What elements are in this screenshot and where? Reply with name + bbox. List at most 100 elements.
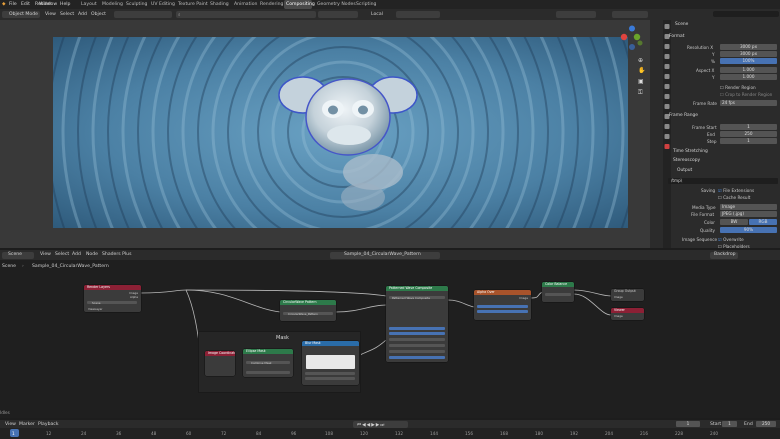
menu-view-nodes[interactable]: View: [40, 252, 51, 257]
tab-animation[interactable]: Animation: [234, 2, 257, 7]
menu-edit[interactable]: Edit: [21, 2, 30, 7]
blender-logo-icon[interactable]: ◆: [2, 2, 6, 7]
file-extensions-checkbox[interactable]: ☑ File Extensions: [718, 188, 754, 193]
menu-node[interactable]: Node: [86, 252, 98, 257]
param-bar-3[interactable]: [389, 338, 445, 342]
aspect-y-field[interactable]: 1.000: [720, 74, 777, 80]
format-section[interactable]: Format: [669, 34, 684, 39]
ruler-tick: 108: [325, 431, 333, 436]
ellipse-field-2[interactable]: [246, 371, 290, 375]
menu-help[interactable]: Help: [60, 2, 70, 7]
node-image-coordinates[interactable]: Image Coordinates: [205, 351, 235, 376]
aspect-x-field[interactable]: 1.000: [720, 67, 777, 73]
color-rgb-button[interactable]: RGB: [749, 219, 777, 225]
mix-bar-2[interactable]: [477, 310, 528, 314]
tab-layout[interactable]: Layout: [81, 2, 97, 7]
tab-scripting[interactable]: Scripting: [356, 2, 376, 7]
socket-label: Image: [614, 295, 623, 299]
navigation-gizmo[interactable]: [618, 25, 646, 51]
resolution-pct-field[interactable]: 100%: [720, 58, 777, 64]
color-balance-field[interactable]: [545, 293, 571, 297]
cache-result-checkbox[interactable]: ☐ Cache Result: [718, 195, 750, 200]
menu-select-nodes[interactable]: Select: [55, 252, 69, 257]
node-alpha-over[interactable]: Alpha Over Image: [474, 290, 531, 320]
overwrite-checkbox[interactable]: ☑ Overwrite: [718, 237, 744, 242]
output-path-field[interactable]: /tmp\: [668, 178, 778, 184]
tab-sculpting[interactable]: Sculpting: [126, 2, 147, 7]
zoom-icon[interactable]: ⊕: [638, 57, 643, 64]
node-ellipse-mask[interactable]: Ellipse Mask Combine Mask: [243, 349, 293, 377]
blur-field-1[interactable]: [305, 372, 355, 376]
tab-shading[interactable]: Shading: [210, 2, 229, 7]
node-patterned-composite[interactable]: Patterned Wave Composite Patterned Wave …: [386, 286, 448, 362]
param-bar-4[interactable]: [389, 344, 445, 348]
frame-step-field[interactable]: 1: [720, 138, 777, 144]
properties-tab-strip[interactable]: [663, 20, 671, 248]
properties-search[interactable]: [713, 11, 779, 17]
curve-preview[interactable]: [306, 355, 355, 369]
menu-select[interactable]: Select: [60, 12, 74, 17]
node-circular-wave[interactable]: CircularWave Pattern CircularWave_Patter…: [280, 300, 336, 321]
menu-add-nodes[interactable]: Add: [72, 252, 81, 257]
menu-window[interactable]: Window: [39, 2, 57, 7]
ruler-tick: 168: [500, 431, 508, 436]
timeline-view-menu[interactable]: View: [5, 422, 16, 427]
current-frame-field[interactable]: 1: [676, 421, 700, 427]
menu-add[interactable]: Add: [78, 12, 87, 17]
search-field[interactable]: [176, 11, 316, 18]
aspect-x-label: Aspect X: [696, 68, 715, 73]
shading-mode-buttons[interactable]: [612, 11, 648, 18]
end-frame-field[interactable]: 250: [756, 421, 776, 427]
pan-hand-icon[interactable]: ✋: [638, 67, 645, 74]
res-x-field[interactable]: 3000 px: [720, 44, 777, 50]
fps-dropdown[interactable]: 24 fps: [720, 100, 777, 106]
tab-compositing[interactable]: Compositing: [286, 2, 315, 7]
color-bw-button[interactable]: BW: [720, 219, 748, 225]
placeholders-checkbox[interactable]: ☐ Placeholders: [718, 244, 750, 249]
res-y-field[interactable]: 3000 px: [720, 51, 777, 57]
node-color-balance[interactable]: Color Balance: [542, 282, 574, 302]
render-preview-image: [53, 37, 628, 228]
node-blur-mask[interactable]: Blur Mask: [302, 341, 359, 385]
param-bar-6[interactable]: [389, 356, 445, 360]
menu-file[interactable]: File: [9, 2, 17, 7]
stereoscopy-section[interactable]: Stereoscopy: [673, 158, 700, 163]
camera-icon[interactable]: ▣: [638, 78, 644, 85]
lock-icon[interactable]: ⚿: [638, 89, 643, 97]
frame-end-field[interactable]: 250: [720, 131, 777, 137]
node-render-layers[interactable]: Render Layers Image Alpha Scene ViewLaye…: [84, 285, 141, 312]
snap-tools[interactable]: [318, 11, 358, 18]
menu-object[interactable]: Object: [91, 12, 106, 17]
ruler-tick: 36: [116, 431, 122, 436]
tab-geometry-nodes[interactable]: Geometry Nodes: [317, 2, 356, 7]
select-mode-buttons[interactable]: [114, 11, 172, 18]
start-frame-field[interactable]: 1: [722, 421, 737, 427]
node-group-output[interactable]: Group Output Image: [611, 289, 644, 301]
frame-range-section[interactable]: Frame Range: [669, 113, 698, 118]
tab-uv-editing[interactable]: UV Editing: [151, 2, 175, 7]
param-bar-2[interactable]: [389, 332, 445, 336]
file-format-dropdown[interactable]: JPEG (.jpg): [720, 211, 777, 217]
render-region-checkbox[interactable]: ☐ Render Region: [720, 85, 756, 90]
param-bar-5[interactable]: [389, 350, 445, 354]
timeline-marker-menu[interactable]: Marker: [19, 422, 35, 427]
node-viewer[interactable]: Viewer Image: [611, 308, 644, 320]
media-type-dropdown[interactable]: Image: [720, 204, 777, 210]
frame-start-field[interactable]: 1: [720, 124, 777, 130]
output-section[interactable]: Output: [677, 168, 692, 173]
transform-orientation[interactable]: Local: [371, 12, 383, 17]
blur-field-2[interactable]: [305, 377, 355, 381]
menu-shaders-plus[interactable]: Shaders Plus: [102, 252, 131, 257]
gizmo-overlay-toggles[interactable]: [556, 11, 596, 18]
quality-slider[interactable]: 90%: [720, 227, 777, 233]
menu-view[interactable]: View: [45, 12, 56, 17]
pivot-snap-proportional[interactable]: [396, 11, 440, 18]
tab-rendering[interactable]: Rendering: [260, 2, 283, 7]
tab-modeling[interactable]: Modeling: [102, 2, 123, 7]
time-stretching-section[interactable]: Time Stretching: [673, 149, 708, 154]
mix-bar-1[interactable]: [477, 305, 528, 309]
crop-region-checkbox[interactable]: ☐ Crop to Render Region: [720, 92, 772, 97]
timeline-playback-menu[interactable]: Playback: [38, 422, 59, 427]
param-bar-1[interactable]: [389, 327, 445, 331]
tab-texture-paint[interactable]: Texture Paint: [178, 2, 208, 7]
